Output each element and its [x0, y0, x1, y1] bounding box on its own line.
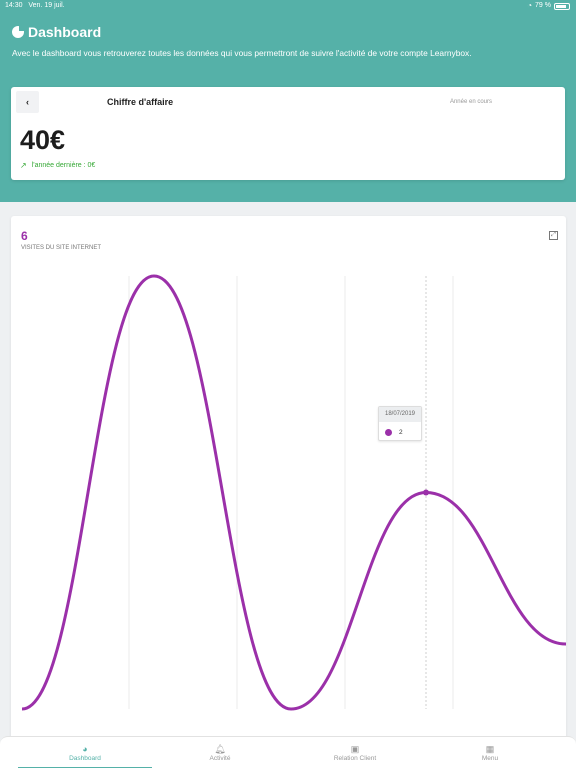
- tooltip-body: 2: [379, 422, 421, 442]
- status-time-date: 14:30 Ven. 19 juil.: [5, 0, 65, 12]
- nav-item-label: Activité: [209, 755, 231, 762]
- page-title: Dashboard: [12, 24, 101, 40]
- expand-icon[interactable]: ⤢: [549, 231, 558, 240]
- visits-count: 6: [21, 229, 28, 243]
- chevron-left-icon: ‹: [26, 97, 29, 107]
- status-indicators: ◔ 79 %: [527, 0, 570, 12]
- revenue-comparison: ↗ l'année dernière : 0€: [20, 161, 95, 170]
- back-button[interactable]: ‹: [16, 91, 39, 113]
- grid-icon: ▦: [485, 744, 495, 754]
- revenue-title: Chiffre d'affaire: [107, 97, 174, 107]
- nav-item-menu[interactable]: ▦ Menu: [423, 737, 557, 768]
- nav-item-relation-client[interactable]: ▣ Relation Client: [288, 737, 422, 768]
- tooltip-date: 18/07/2019: [379, 407, 421, 422]
- tooltip-value: 2: [399, 428, 403, 436]
- visits-label: VISITES DU SITE INTERNET: [21, 245, 102, 251]
- battery-percent: 79 %: [535, 2, 551, 9]
- status-bar: 14:30 Ven. 19 juil. ◔ 79 %: [0, 0, 576, 12]
- revenue-period: Année en cours: [449, 99, 492, 105]
- status-time: 14:30: [5, 2, 23, 9]
- bottom-nav: ◕ Dashboard 🔔︎ Activité ▣ Relation Clien…: [0, 736, 576, 768]
- nav-item-label: Relation Client: [333, 755, 377, 762]
- visits-card: 6 VISITES DU SITE INTERNET ⤢ 18/07/2019 …: [11, 216, 566, 768]
- nav-item-label: Dashboard: [69, 755, 101, 762]
- nav-item-activite[interactable]: 🔔︎ Activité: [153, 737, 287, 768]
- pie-chart-icon: ◕: [82, 744, 88, 754]
- series-dot-icon: [385, 428, 392, 436]
- battery-icon: [554, 2, 570, 10]
- wifi-icon: ◔: [527, 1, 533, 10]
- nav-item-dashboard[interactable]: ◕ Dashboard: [18, 737, 152, 768]
- page-description: Avec le dashboard vous retrouverez toute…: [12, 48, 472, 58]
- nav-item-label: Menu: [481, 755, 499, 762]
- visits-series-line: [21, 274, 566, 711]
- revenue-amount: 40€: [20, 125, 66, 155]
- trend-up-icon: ↗: [20, 161, 27, 170]
- highlight-point[interactable]: [423, 489, 429, 496]
- visits-chart: [21, 274, 566, 711]
- pie-chart-icon: [12, 25, 25, 38]
- chart-tooltip: 18/07/2019 2: [378, 406, 422, 441]
- revenue-comparison-text: l'année dernière : 0€: [31, 162, 96, 169]
- contact-card-icon: ▣: [350, 744, 360, 754]
- page-title-text: Dashboard: [28, 24, 102, 40]
- bell-icon: 🔔︎: [214, 744, 226, 754]
- revenue-card: ‹ Chiffre d'affaire Année en cours 40€ ↗…: [11, 87, 565, 180]
- status-date: Ven. 19 juil.: [28, 2, 65, 9]
